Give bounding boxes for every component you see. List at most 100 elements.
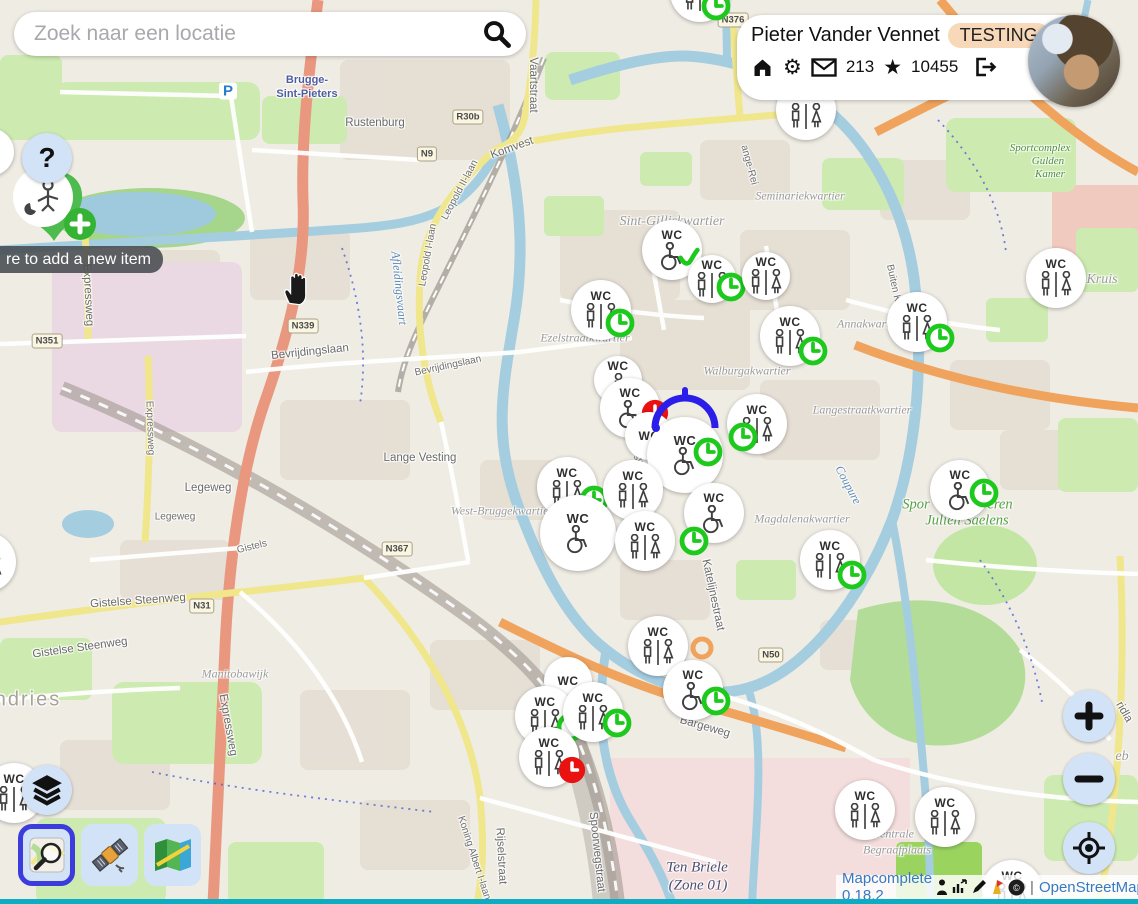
map-marker-wc[interactable]: WC (563, 682, 623, 742)
marker-wc-label: WC (662, 229, 683, 242)
marker-wc-label: WC (683, 669, 704, 682)
male-female-icon (788, 103, 824, 130)
opening-hours-clock-badge (700, 685, 732, 722)
opening-hours-clock-badge (700, 0, 732, 27)
marker-wc-label: WC (623, 470, 644, 483)
statistics-icon[interactable] (935, 879, 949, 895)
map-marker-wc[interactable]: WC (760, 306, 820, 366)
marker-wc-label: WC (4, 773, 25, 786)
marker-wc-label: WC (747, 404, 768, 417)
marker-wc-label: WC (648, 626, 669, 639)
map-marker-wc[interactable]: WC (1026, 248, 1086, 308)
basemap-style-row (18, 824, 201, 886)
star-count: 10455 (911, 57, 958, 77)
hand-cursor-icon (281, 270, 313, 306)
osm-carto-icon (26, 834, 68, 876)
blue-arc-marker[interactable] (650, 386, 720, 432)
zoom-in-button[interactable] (1063, 690, 1115, 742)
map-marker-wc[interactable]: WC (930, 460, 990, 520)
mail-icon[interactable] (811, 58, 837, 77)
search-icon[interactable] (482, 19, 512, 49)
male-female-icon (847, 803, 883, 830)
marker-wc-label: WC (539, 737, 560, 750)
map-marker-wc[interactable]: WC (835, 780, 895, 840)
map-marker-wc[interactable]: WC (670, 0, 730, 22)
changes-chart-icon[interactable] (952, 879, 968, 895)
search-bar (14, 12, 526, 56)
marker-wc-label: WC (583, 692, 604, 705)
svg-text:©: © (1013, 883, 1020, 893)
basemap-satellite-button[interactable] (81, 824, 138, 886)
marker-wc-label: WC (780, 316, 801, 329)
search-input[interactable] (32, 21, 482, 47)
zoom-out-button[interactable] (1063, 753, 1115, 805)
map-marker-wc[interactable]: WC (727, 394, 787, 454)
bottom-teal-strip (0, 899, 1138, 904)
opening-hours-clock-badge (727, 421, 759, 458)
layers-button[interactable] (22, 765, 72, 815)
map-marker-wc[interactable]: WC (800, 530, 860, 590)
home-icon[interactable] (751, 56, 774, 78)
marker-wc-label: WC (535, 696, 556, 709)
help-label: ? (38, 142, 55, 174)
marker-wc-label: WC (620, 387, 641, 400)
map-marker-wc[interactable]: WC (663, 660, 723, 720)
marker-wc-label: WC (591, 290, 612, 303)
map-marker-wc[interactable]: WC (684, 483, 744, 543)
closed-clock-badge (557, 755, 587, 790)
help-button[interactable]: ? (22, 133, 72, 183)
map-marker-layer: WC WC WC WC WC WC WC WC WC WC WC WC WC WC WC WC WC WC WC WC… (0, 0, 1138, 904)
opening-hours-clock-badge (692, 436, 724, 473)
attribution-bar: Mapcomplete 0.18.2 © | OpenStreetMap (836, 875, 1138, 899)
marker-wc-label: WC (855, 790, 876, 803)
mapcomplete-app: Brugge-Sint-PietersRustenburgVaartstraat… (0, 0, 1138, 904)
marker-wc-label: WC (756, 256, 777, 269)
male-female-icon (640, 639, 676, 666)
attribution-separator: | (1030, 879, 1034, 896)
map-marker-wc[interactable]: WC (688, 255, 736, 303)
marker-wc-label: WC (557, 467, 578, 480)
map-marker-wc[interactable]: WC (742, 252, 790, 300)
map-marker-wc[interactable]: WC (571, 280, 631, 340)
opening-hours-clock-badge (601, 707, 633, 744)
basemap-osm-button[interactable] (18, 824, 75, 886)
layers-icon (29, 772, 65, 808)
marker-wc-label: WC (608, 360, 629, 373)
male-female-icon (0, 555, 4, 582)
marker-wc-label: WC (558, 675, 579, 688)
map-marker-wc[interactable]: WC (603, 460, 663, 520)
marker-wc-label: WC (820, 540, 841, 553)
basemap-map-button[interactable] (144, 824, 201, 886)
minus-icon (1074, 764, 1104, 794)
map-marker-wc[interactable]: WC (519, 727, 579, 787)
mapcomplete-logo-icon[interactable] (990, 879, 1005, 895)
community-icon[interactable]: © (1008, 879, 1025, 896)
geolocate-button[interactable] (1063, 822, 1115, 874)
wheelchair-icon (562, 525, 594, 555)
male-female-icon (1038, 271, 1074, 298)
opening-hours-clock-badge (604, 307, 636, 344)
plus-icon (1074, 701, 1104, 731)
message-count: 213 (846, 57, 874, 77)
pen-icon[interactable] (971, 879, 987, 895)
add-item-tooltip: re to add a new item (0, 246, 163, 273)
marker-wc-label: WC (935, 797, 956, 810)
map-marker-wc[interactable]: WC (915, 787, 975, 847)
marker-wc-label: WC (907, 302, 928, 315)
opening-hours-clock-badge (797, 335, 829, 372)
map-marker-wc[interactable]: WC (615, 511, 675, 571)
user-name: Pieter Vander Vennet (751, 24, 940, 47)
map-marker-wc[interactable]: WC (540, 495, 616, 571)
marker-wc-label: WC (704, 492, 725, 505)
settings-gear-icon[interactable]: ⚙ (783, 57, 802, 78)
map-marker-wc[interactable]: WC (887, 292, 947, 352)
star-icon[interactable]: ★ (883, 57, 902, 78)
logout-icon[interactable] (973, 56, 998, 78)
male-female-icon (627, 534, 663, 561)
opening-hours-clock-badge (968, 477, 1000, 514)
avatar[interactable] (1028, 15, 1120, 107)
satellite-icon (89, 834, 131, 876)
opening-hours-clock-badge (836, 559, 868, 596)
osm-link[interactable]: OpenStreetMap (1039, 879, 1138, 896)
map-marker-wc[interactable]: WC (0, 532, 16, 592)
